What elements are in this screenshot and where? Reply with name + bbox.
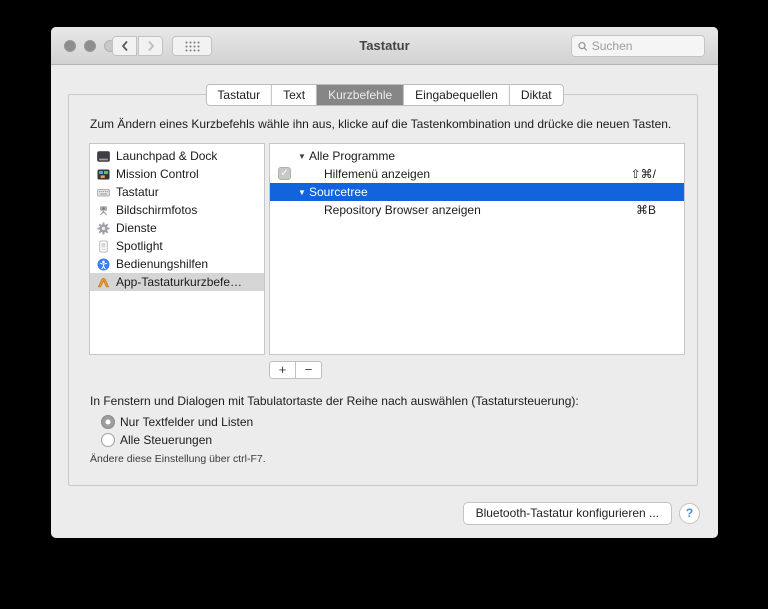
- shortcut-item-row[interactable]: Repository Browser anzeigen ⌘B: [270, 201, 684, 219]
- shortcut-keys[interactable]: ⌘B: [636, 203, 656, 217]
- group-label: Sourcetree: [309, 185, 368, 199]
- app-shortcuts-icon: [97, 276, 110, 289]
- sidebar-item-spotlight[interactable]: Spotlight: [90, 237, 264, 255]
- shortcuts-panel: Zum Ändern eines Kurzbefehls wähle ihn a…: [68, 94, 698, 486]
- sidebar-item-dienste[interactable]: Dienste: [90, 219, 264, 237]
- mission-control-icon: [97, 168, 110, 181]
- search-input[interactable]: [591, 39, 698, 53]
- shortcut-label: Repository Browser anzeigen: [324, 203, 481, 217]
- search-icon: [578, 41, 588, 51]
- disclosure-triangle-icon[interactable]: ▼: [298, 152, 309, 161]
- launchpad-dock-icon: [97, 150, 110, 163]
- shortcut-group-row-selected[interactable]: ▼ Sourcetree: [270, 183, 684, 201]
- help-button[interactable]: ?: [679, 503, 700, 524]
- system-preferences-window: Tastatur Tastatur Text Kurzbefehle Einga…: [51, 27, 718, 538]
- group-label: Alle Programme: [309, 149, 396, 163]
- sidebar-item-app-tastaturkurzbefehle[interactable]: App-Tastaturkurzbefe…: [90, 273, 264, 291]
- keyboard-icon: [97, 186, 110, 199]
- radio-unselected-icon[interactable]: [101, 433, 115, 447]
- shortcut-list[interactable]: ▼ Alle Programme ✓ Hilfemenü anzeigen ⇧⌘…: [269, 143, 685, 355]
- titlebar: Tastatur: [51, 27, 718, 65]
- sidebar-item-label: Bedienungshilfen: [116, 257, 209, 271]
- sidebar-item-mission-control[interactable]: Mission Control: [90, 165, 264, 183]
- radio-option-all-controls[interactable]: Alle Steuerungen: [101, 433, 212, 447]
- category-list[interactable]: Launchpad & Dock Mission Control Tastatu…: [89, 143, 265, 355]
- add-remove-controls: + −: [269, 361, 322, 379]
- shortcut-keys[interactable]: ⇧⌘/: [631, 167, 656, 181]
- setting-hint-text: Ändere diese Einstellung über ctrl-F7.: [90, 453, 266, 465]
- sidebar-item-label: Launchpad & Dock: [116, 149, 218, 163]
- sidebar-item-tastatur[interactable]: Tastatur: [90, 183, 264, 201]
- screenshot-icon: [97, 204, 110, 217]
- instruction-text: Zum Ändern eines Kurzbefehls wähle ihn a…: [90, 117, 672, 131]
- shortcut-item-row[interactable]: ✓ Hilfemenü anzeigen ⇧⌘/: [270, 165, 684, 183]
- bluetooth-keyboard-button[interactable]: Bluetooth-Tastatur konfigurieren ...: [462, 502, 672, 525]
- shortcut-group-row[interactable]: ▼ Alle Programme: [270, 147, 684, 165]
- sidebar-item-bedienungshilfen[interactable]: Bedienungshilfen: [90, 255, 264, 273]
- tab-eingabequellen[interactable]: Eingabequellen: [404, 85, 510, 105]
- tab-tastatur[interactable]: Tastatur: [206, 85, 273, 105]
- tab-bar: Tastatur Text Kurzbefehle Eingabequellen…: [205, 84, 564, 106]
- add-shortcut-button[interactable]: +: [269, 361, 296, 379]
- keyboard-nav-description: In Fenstern und Dialogen mit Tabulatorta…: [90, 394, 579, 408]
- sidebar-item-launchpad-dock[interactable]: Launchpad & Dock: [90, 147, 264, 165]
- radio-option-textfields[interactable]: Nur Textfelder und Listen: [101, 415, 253, 429]
- shortcut-label: Hilfemenü anzeigen: [324, 167, 431, 181]
- tab-diktat[interactable]: Diktat: [509, 85, 563, 105]
- accessibility-icon: [97, 258, 110, 271]
- radio-selected-icon[interactable]: [101, 415, 115, 429]
- radio-label: Alle Steuerungen: [120, 433, 213, 447]
- checkbox-checked[interactable]: ✓: [278, 167, 291, 180]
- radio-label: Nur Textfelder und Listen: [120, 415, 254, 429]
- search-field[interactable]: [571, 35, 705, 57]
- services-gear-icon: [97, 222, 110, 235]
- sidebar-item-label: Tastatur: [116, 185, 159, 199]
- sidebar-item-label: Mission Control: [116, 167, 199, 181]
- tab-text[interactable]: Text: [272, 85, 318, 105]
- tab-kurzbefehle[interactable]: Kurzbefehle: [317, 85, 405, 105]
- sidebar-item-label: Bildschirmfotos: [116, 203, 198, 217]
- remove-shortcut-button[interactable]: −: [295, 361, 322, 379]
- disclosure-triangle-icon[interactable]: ▼: [298, 188, 309, 197]
- sidebar-item-label: Spotlight: [116, 239, 163, 253]
- sidebar-item-label: Dienste: [116, 221, 157, 235]
- sidebar-item-bildschirmfotos[interactable]: Bildschirmfotos: [90, 201, 264, 219]
- sidebar-item-label: App-Tastaturkurzbefe…: [116, 275, 243, 289]
- spotlight-icon: [97, 240, 110, 253]
